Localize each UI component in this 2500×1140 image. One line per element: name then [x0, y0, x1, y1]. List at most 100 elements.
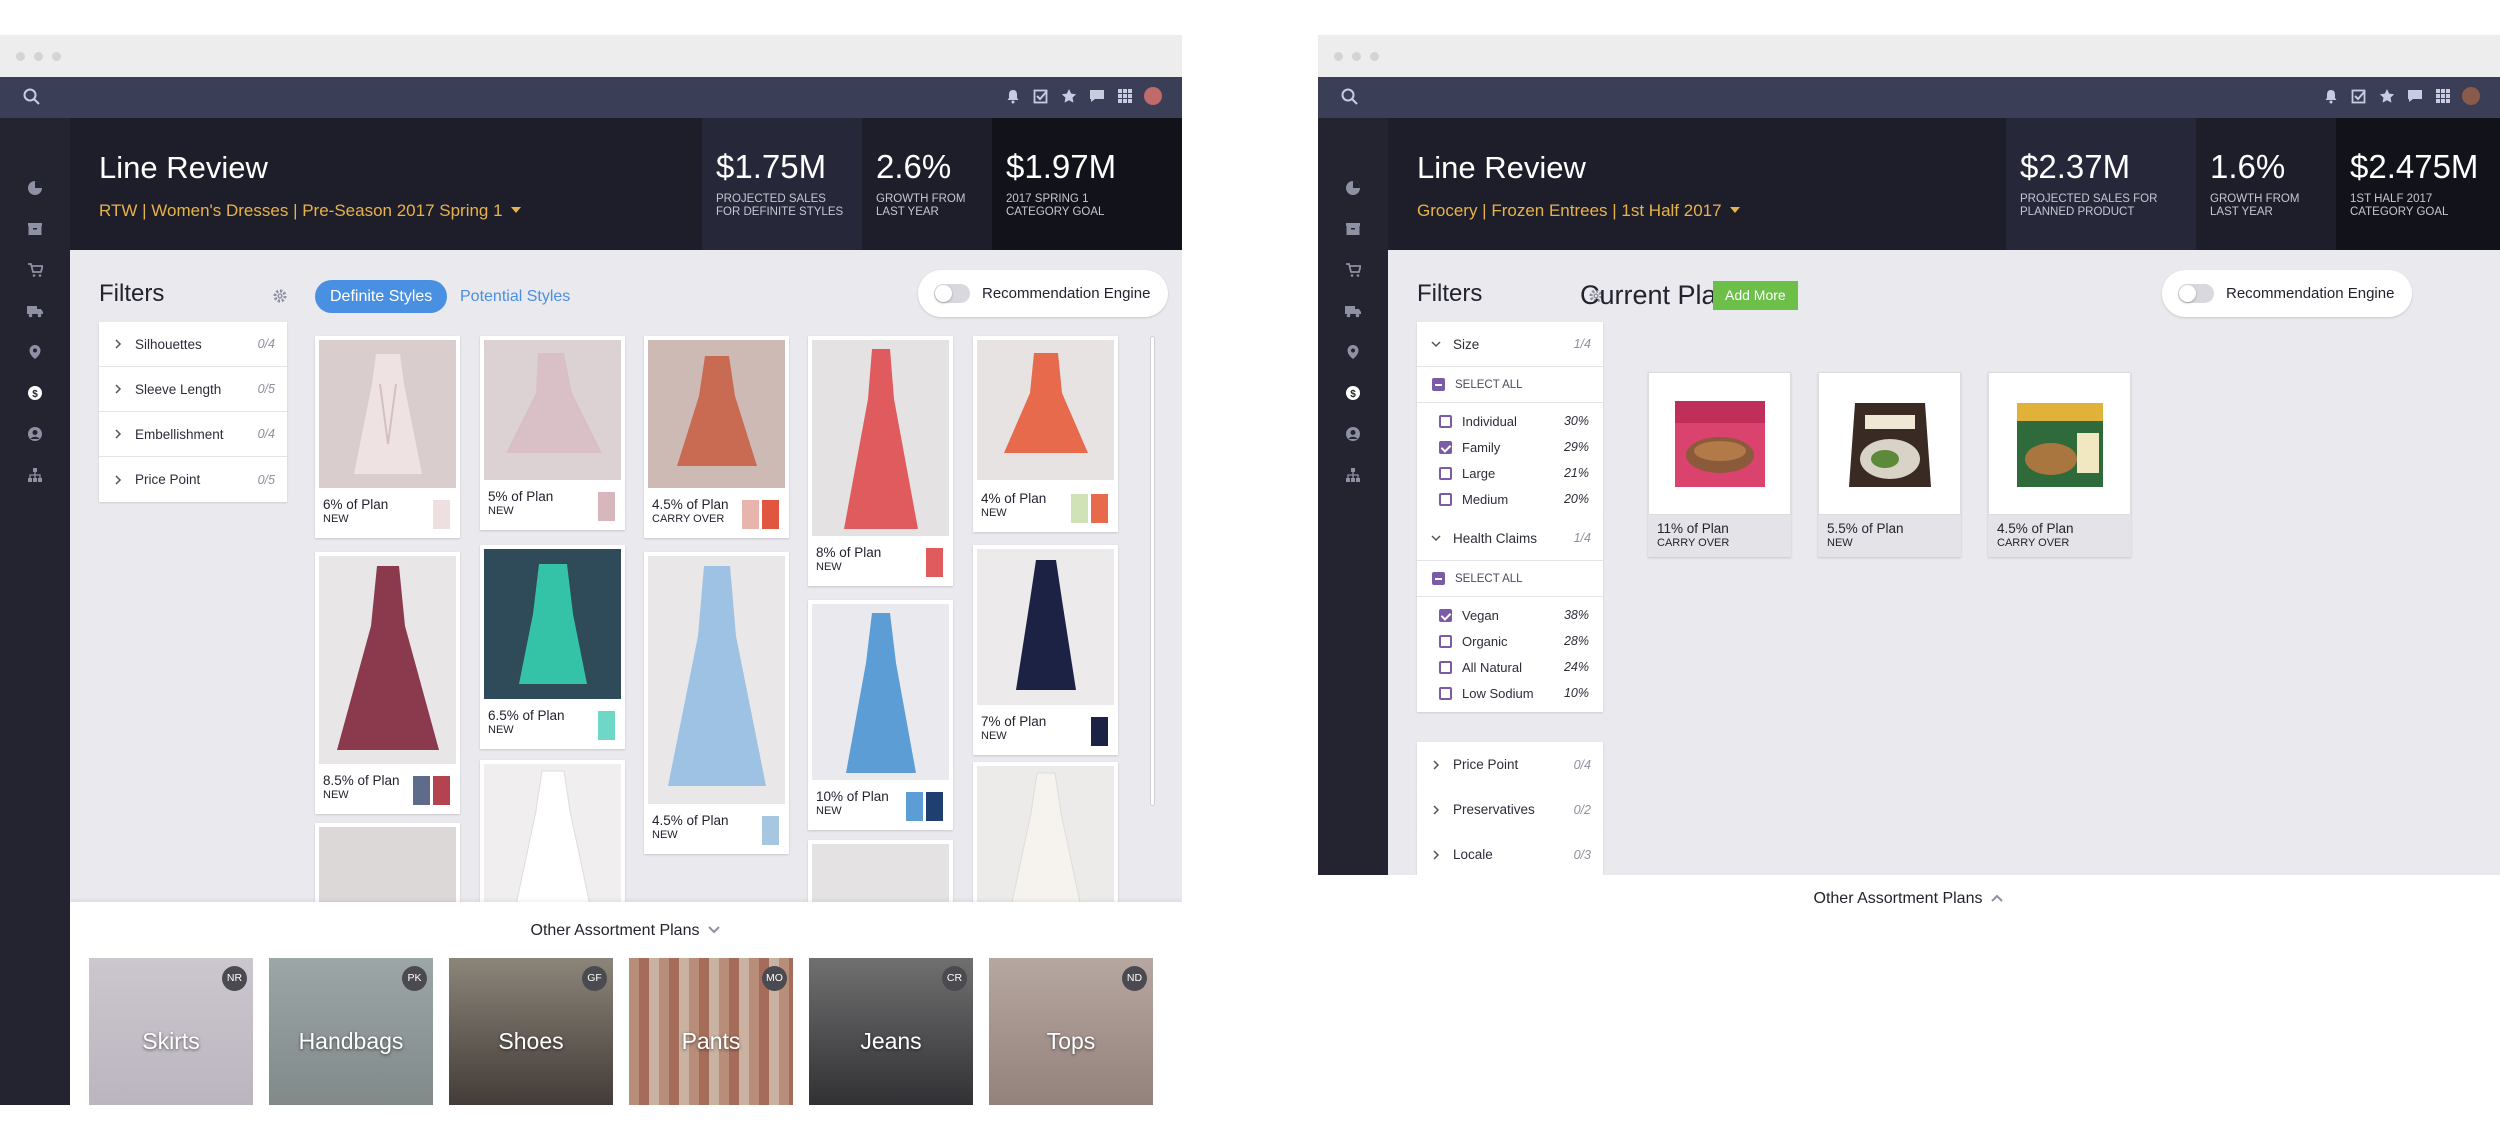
option-low-sodium[interactable]: Low Sodium 10%: [1417, 680, 1603, 706]
option-all-natural[interactable]: All Natural 24%: [1417, 654, 1603, 680]
apps-grid-icon[interactable]: [1116, 87, 1134, 105]
user-icon[interactable]: [25, 424, 45, 444]
product-card[interactable]: [315, 823, 460, 913]
option-medium[interactable]: Medium 20%: [1417, 486, 1603, 512]
select-all-size[interactable]: SELECT ALL: [1417, 367, 1603, 403]
chat-icon[interactable]: [2406, 87, 2424, 105]
filter-size[interactable]: Size 1/4: [1417, 322, 1603, 367]
window-dot[interactable]: [1370, 52, 1379, 61]
chat-icon[interactable]: [1088, 87, 1106, 105]
window-dot[interactable]: [1352, 52, 1361, 61]
filter-locale[interactable]: Locale 0/3: [1417, 832, 1603, 877]
product-card[interactable]: 4.5% of Plan CARRY OVER: [644, 336, 789, 538]
scrollbar[interactable]: [1150, 336, 1155, 806]
plan-item-card[interactable]: 11% of Plan CARRY OVER: [1648, 372, 1791, 557]
product-card[interactable]: 8% of Plan NEW: [808, 336, 953, 586]
filter-price-point[interactable]: Price Point 0/5: [99, 457, 287, 502]
checkbox-checked[interactable]: [1439, 608, 1452, 622]
plan-selector[interactable]: RTW | Women's Dresses | Pre-Season 2017 …: [99, 201, 521, 221]
filter-sleeve-length[interactable]: Sleeve Length 0/5: [99, 367, 287, 412]
color-swatch[interactable]: [926, 792, 943, 821]
checkbox-indeterminate[interactable]: [1432, 378, 1445, 391]
user-icon[interactable]: [1343, 424, 1363, 444]
color-swatch[interactable]: [1071, 494, 1088, 523]
hierarchy-icon[interactable]: [25, 465, 45, 485]
color-swatch[interactable]: [1091, 494, 1108, 523]
filter-preservatives[interactable]: Preservatives 0/2: [1417, 787, 1603, 832]
color-swatch[interactable]: [762, 816, 779, 845]
star-icon[interactable]: [2378, 87, 2396, 105]
location-pin-icon[interactable]: [1343, 342, 1363, 362]
product-card[interactable]: 6% of Plan NEW: [315, 336, 460, 538]
recommendation-engine-toggle[interactable]: Recommendation Engine: [2162, 270, 2413, 317]
product-card[interactable]: [808, 840, 953, 910]
cart-icon[interactable]: [1343, 260, 1363, 280]
checkbox-indeterminate[interactable]: [1432, 572, 1445, 585]
category-tops[interactable]: Tops ND: [989, 958, 1153, 1105]
color-swatch[interactable]: [598, 711, 615, 740]
dashboard-icon[interactable]: [25, 178, 45, 198]
product-card[interactable]: 7% of Plan NEW: [973, 545, 1118, 755]
filter-embellishment[interactable]: Embellishment 0/4: [99, 412, 287, 457]
window-dot[interactable]: [16, 52, 25, 61]
hierarchy-icon[interactable]: [1343, 465, 1363, 485]
checkbox[interactable]: [1439, 634, 1452, 648]
filter-price-point[interactable]: Price Point 0/4: [1417, 742, 1603, 787]
filter-health-claims[interactable]: Health Claims 1/4: [1417, 516, 1603, 561]
task-check-icon[interactable]: [1032, 87, 1050, 105]
color-swatch[interactable]: [906, 792, 923, 821]
filter-silhouettes[interactable]: Silhouettes 0/4: [99, 322, 287, 367]
package-icon[interactable]: [1343, 219, 1363, 239]
color-swatch[interactable]: [433, 776, 450, 805]
product-card[interactable]: 8.5% of Plan NEW: [315, 552, 460, 814]
toggle-switch[interactable]: [934, 284, 970, 303]
color-swatch[interactable]: [742, 500, 759, 529]
toggle-switch[interactable]: [2178, 284, 2214, 303]
dashboard-icon[interactable]: [1343, 178, 1363, 198]
checkbox[interactable]: [1439, 686, 1452, 700]
option-family[interactable]: Family 29%: [1417, 434, 1603, 460]
other-plans-toggle[interactable]: Other Assortment Plans: [70, 922, 1182, 940]
option-large[interactable]: Large 21%: [1417, 460, 1603, 486]
plan-item-card[interactable]: 4.5% of Plan CARRY OVER: [1988, 372, 2131, 557]
select-all-health[interactable]: SELECT ALL: [1417, 561, 1603, 597]
color-swatch[interactable]: [926, 548, 943, 577]
apps-grid-icon[interactable]: [2434, 87, 2452, 105]
bell-icon[interactable]: [1004, 87, 1022, 105]
checkbox[interactable]: [1439, 660, 1452, 674]
cart-icon[interactable]: [25, 260, 45, 280]
product-card[interactable]: 6.5% of Plan NEW: [480, 545, 625, 749]
checkbox-checked[interactable]: [1439, 440, 1452, 454]
truck-icon[interactable]: [1343, 301, 1363, 321]
truck-icon[interactable]: [25, 301, 45, 321]
option-vegan[interactable]: Vegan 38%: [1417, 602, 1603, 628]
gear-icon[interactable]: [272, 288, 288, 304]
product-card[interactable]: 4% of Plan NEW: [973, 336, 1118, 532]
tab-potential-styles[interactable]: Potential Styles: [460, 280, 570, 313]
color-swatch[interactable]: [598, 492, 615, 521]
color-swatch[interactable]: [433, 500, 450, 529]
category-shoes[interactable]: Shoes GF: [449, 958, 613, 1105]
color-swatch[interactable]: [1091, 717, 1108, 746]
add-more-button[interactable]: Add More: [1713, 281, 1798, 310]
window-dot[interactable]: [1334, 52, 1343, 61]
category-pants[interactable]: Pants MO: [629, 958, 793, 1105]
product-card[interactable]: 5% of Plan NEW: [480, 336, 625, 530]
user-avatar[interactable]: [2462, 87, 2480, 105]
package-icon[interactable]: [25, 219, 45, 239]
product-card[interactable]: [973, 762, 1118, 912]
star-icon[interactable]: [1060, 87, 1078, 105]
checkbox[interactable]: [1439, 414, 1452, 428]
category-jeans[interactable]: Jeans CR: [809, 958, 973, 1105]
product-card[interactable]: 4.5% of Plan NEW: [644, 552, 789, 854]
search-icon[interactable]: [1340, 87, 1360, 107]
tab-definite-styles[interactable]: Definite Styles: [315, 280, 448, 313]
option-organic[interactable]: Organic 28%: [1417, 628, 1603, 654]
other-plans-toggle[interactable]: Other Assortment Plans: [1318, 890, 2500, 908]
category-skirts[interactable]: Skirts NR: [89, 958, 253, 1105]
recommendation-engine-toggle[interactable]: Recommendation Engine: [918, 270, 1169, 317]
checkbox[interactable]: [1439, 466, 1452, 480]
color-swatch[interactable]: [762, 500, 779, 529]
location-pin-icon[interactable]: [25, 342, 45, 362]
category-handbags[interactable]: Handbags PK: [269, 958, 433, 1105]
